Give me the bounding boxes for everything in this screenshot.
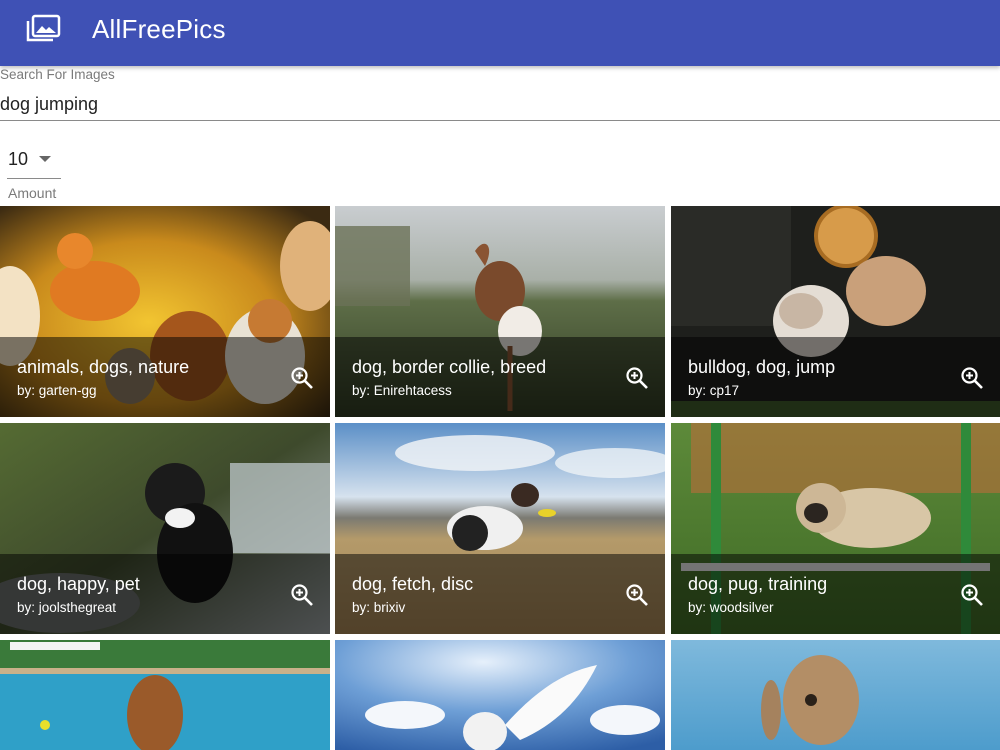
amount-select[interactable]: 10 — [7, 142, 61, 179]
image-tile[interactable] — [335, 640, 665, 750]
search-field: Search For Images — [0, 66, 1000, 124]
tile-caption: animals, dogs, nature by: garten-gg — [0, 337, 330, 417]
image-tile[interactable]: dog, pug, training by: woodsilver — [671, 423, 1000, 634]
image-tile[interactable] — [671, 640, 1000, 750]
image-author: by: joolsthegreat — [17, 600, 117, 615]
search-label: Search For Images — [0, 67, 115, 82]
zoom-in-icon[interactable] — [625, 366, 649, 390]
image-author: by: Enirehtacess — [352, 383, 452, 398]
image-author: by: woodsilver — [688, 600, 774, 615]
image-tags: dog, pug, training — [688, 574, 828, 594]
image-tags: dog, border collie, breed — [352, 357, 547, 377]
app-title: AllFreePics — [92, 14, 226, 44]
image-tile[interactable]: animals, dogs, nature by: garten-gg — [0, 206, 330, 417]
image-author: by: cp17 — [688, 383, 740, 398]
image-tags: dog, fetch, disc — [352, 574, 474, 594]
zoom-in-icon[interactable] — [290, 583, 314, 607]
tile-caption: dog, fetch, disc by: brixiv — [335, 554, 665, 634]
zoom-in-icon[interactable] — [290, 366, 314, 390]
tile-caption: dog, pug, training by: woodsilver — [671, 554, 1000, 634]
zoom-in-icon[interactable] — [960, 366, 984, 390]
image-author: by: brixiv — [352, 600, 406, 615]
amount-label: Amount — [8, 185, 57, 201]
tile-caption: dog, happy, pet by: joolsthegreat — [0, 554, 330, 634]
search-input[interactable] — [0, 88, 1000, 121]
amount-value: 10 — [8, 149, 29, 169]
image-tile[interactable]: bulldog, dog, jump by: cp17 — [671, 206, 1000, 417]
tile-caption: bulldog, dog, jump by: cp17 — [671, 337, 1000, 417]
image-tile[interactable] — [0, 640, 330, 750]
image-author: by: garten-gg — [17, 383, 97, 398]
image-tags: bulldog, dog, jump — [688, 357, 836, 377]
image-tile[interactable]: dog, border collie, breed by: Enirehtace… — [335, 206, 665, 417]
image-dog-wings — [335, 640, 665, 750]
image-tile[interactable]: dog, happy, pet by: joolsthegreat — [0, 423, 330, 634]
image-tile[interactable]: dog, fetch, disc by: brixiv — [335, 423, 665, 634]
image-dog-pool — [0, 640, 330, 750]
zoom-in-icon[interactable] — [960, 583, 984, 607]
image-tags: dog, happy, pet — [17, 574, 140, 594]
zoom-in-icon[interactable] — [625, 583, 649, 607]
photo-library-icon — [26, 14, 61, 42]
image-fluffy-dog — [671, 640, 1000, 750]
tile-caption: dog, border collie, breed by: Enirehtace… — [335, 337, 665, 417]
dropdown-arrow-icon — [39, 156, 51, 162]
app-bar: AllFreePics — [0, 0, 1000, 66]
image-tags: animals, dogs, nature — [17, 357, 190, 377]
